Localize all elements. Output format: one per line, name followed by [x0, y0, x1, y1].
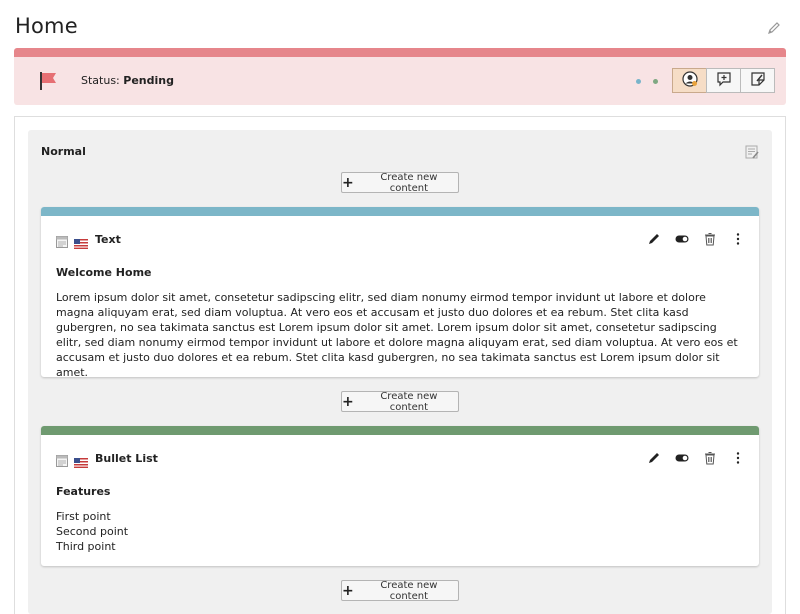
- edit-page-icon[interactable]: [766, 20, 782, 36]
- list-item: Third point: [56, 540, 116, 553]
- note-icon: [750, 71, 766, 91]
- status-indicator-dot: [636, 79, 641, 84]
- page-content-area: Normal + Create new content Text Welcome…: [14, 116, 786, 614]
- page-title: Home: [15, 14, 78, 38]
- status-indicator-dot: [653, 79, 658, 84]
- workspace-status-bar: Status: Pending: [14, 48, 786, 105]
- delete-icon[interactable]: [703, 451, 717, 465]
- us-flag-icon: [74, 453, 88, 468]
- bullet-list: First point Second point Third point: [56, 509, 745, 554]
- toggle-visibility-icon[interactable]: [675, 451, 689, 465]
- plus-icon: +: [342, 582, 354, 599]
- content-bodytext: Lorem ipsum dolor sit amet, consetetur s…: [56, 291, 738, 379]
- create-content-button[interactable]: + Create new content: [341, 391, 459, 413]
- comment-icon: [716, 71, 732, 91]
- edit-icon[interactable]: [647, 232, 661, 246]
- content-element: Bullet List Features First point Second …: [41, 426, 759, 566]
- text-type-icon: [56, 233, 68, 248]
- content-element-title: Bullet List: [95, 452, 158, 465]
- flag-icon: [38, 71, 58, 91]
- content-column: Normal + Create new content Text Welcome…: [28, 130, 772, 614]
- toggle-visibility-icon[interactable]: [675, 232, 689, 246]
- status-text: Status: Pending: [81, 74, 174, 87]
- content-heading: Features: [56, 485, 111, 498]
- list-item: Second point: [56, 525, 129, 538]
- create-content-button[interactable]: + Create new content: [341, 172, 459, 194]
- card-body: Features First point Second point Third …: [41, 473, 759, 568]
- status-value: Pending: [123, 74, 174, 87]
- card-color-bar: [41, 207, 759, 216]
- content-heading: Welcome Home: [56, 266, 152, 279]
- plus-icon: +: [342, 393, 354, 410]
- content-element-title: Text: [95, 233, 121, 246]
- create-content-button[interactable]: + Create new content: [341, 580, 459, 602]
- user-assign-icon: [681, 70, 698, 91]
- content-element: Text Welcome Home Lorem ipsum dolor sit …: [41, 207, 759, 379]
- workspace-actions: [672, 68, 775, 93]
- card-color-bar: [41, 426, 759, 435]
- column-edit-icon[interactable]: [744, 144, 760, 160]
- more-options-icon[interactable]: [731, 232, 745, 246]
- more-options-icon[interactable]: [731, 451, 745, 465]
- content-element-actions: [633, 232, 745, 246]
- bullet-list-type-icon: [56, 452, 68, 467]
- edit-icon[interactable]: [647, 451, 661, 465]
- us-flag-icon: [74, 234, 88, 249]
- add-note-button[interactable]: [740, 68, 775, 93]
- content-element-actions: [633, 451, 745, 465]
- assign-user-button[interactable]: [672, 68, 707, 93]
- add-comment-button[interactable]: [706, 68, 741, 93]
- plus-icon: +: [342, 174, 354, 191]
- card-body: Welcome Home Lorem ipsum dolor sit amet,…: [41, 254, 759, 394]
- card-header: Bullet List: [41, 435, 759, 473]
- column-title: Normal: [41, 145, 86, 158]
- card-header: Text: [41, 216, 759, 254]
- delete-icon[interactable]: [703, 232, 717, 246]
- list-item: First point: [56, 510, 111, 523]
